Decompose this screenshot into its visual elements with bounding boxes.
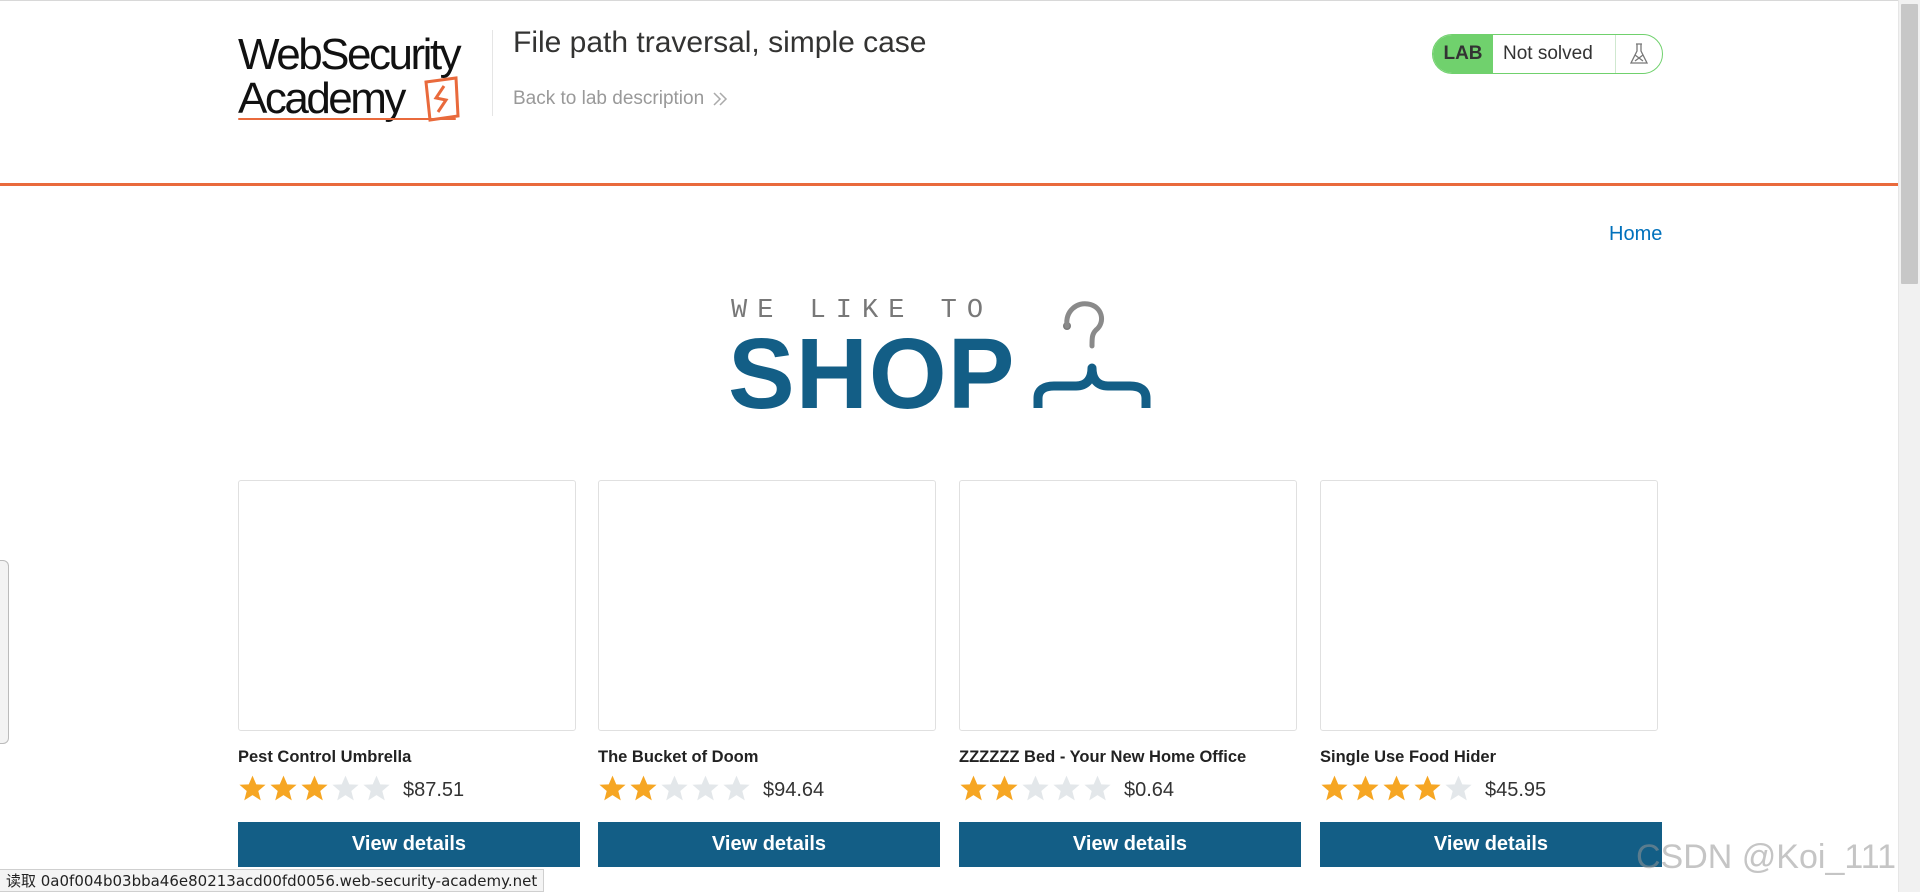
logo-underline [238, 118, 456, 120]
view-details-button[interactable]: View details [598, 822, 940, 867]
product-rating: $94.64 [598, 774, 824, 802]
product-card: Single Use Food Hider $45.95 View details [1320, 480, 1662, 892]
star-empty-icon [332, 775, 359, 801]
star-filled-icon [1383, 775, 1410, 801]
product-price: $0.64 [1124, 778, 1175, 801]
star-filled-icon [599, 775, 626, 801]
lab-header: WebSecurity Academy File path traversal,… [0, 4, 1898, 186]
vertical-scrollbar[interactable] [1898, 0, 1920, 892]
star-empty-icon [1084, 775, 1111, 801]
product-image[interactable] [598, 480, 936, 731]
star-filled-icon [960, 775, 987, 801]
product-image[interactable] [959, 480, 1297, 731]
star-filled-icon [270, 775, 297, 801]
side-panel-handle[interactable] [0, 560, 9, 744]
logo-line-2: Academy [238, 74, 406, 123]
product-name: Pest Control Umbrella [238, 748, 412, 766]
star-empty-icon [1022, 775, 1049, 801]
star-filled-icon [1321, 775, 1348, 801]
nav-home-link[interactable]: Home [1609, 223, 1662, 246]
product-name: Single Use Food Hider [1320, 748, 1497, 766]
view-details-button[interactable]: View details [959, 822, 1301, 867]
lab-badge: LAB [1433, 35, 1493, 73]
lab-status-widget: LAB Not solved [1432, 34, 1663, 74]
product-price: $87.51 [403, 778, 465, 801]
star-filled-icon [301, 775, 328, 801]
product-rating: $87.51 [238, 774, 464, 802]
star-empty-icon [692, 775, 719, 801]
scrollbar-thumb[interactable] [1901, 4, 1918, 284]
star-empty-icon [661, 775, 688, 801]
we-like-to-shop-banner: WE LIKE TO SHOP [728, 296, 1168, 424]
header-divider [492, 30, 493, 116]
product-price: $45.95 [1485, 778, 1547, 801]
product-rating: $45.95 [1320, 774, 1546, 802]
view-details-button[interactable]: View details [1320, 822, 1662, 867]
web-security-academy-logo[interactable]: WebSecurity Academy [238, 28, 488, 128]
flask-icon [1616, 35, 1662, 73]
product-name: The Bucket of Doom [598, 748, 759, 766]
star-empty-icon [363, 775, 390, 801]
star-empty-icon [723, 775, 750, 801]
back-link-label: Back to lab description [513, 88, 705, 109]
star-empty-icon [1053, 775, 1080, 801]
logo-line-1: WebSecurity [238, 30, 462, 79]
lightning-icon [424, 76, 460, 122]
view-details-button[interactable]: View details [238, 822, 580, 867]
product-card: ZZZZZZ Bed - Your New Home Office $0.64 Vi… [959, 480, 1301, 892]
product-price: $94.64 [763, 778, 825, 801]
product-card: The Bucket of Doom $94.64 View details [598, 480, 940, 892]
star-filled-icon [1414, 775, 1441, 801]
product-name: ZZZZZZ Bed - Your New Home Office [959, 748, 1247, 766]
product-card: Pest Control Umbrella $87.51 View details [238, 480, 580, 892]
banner-title: SHOP [728, 318, 1016, 430]
product-image[interactable] [238, 480, 576, 731]
double-chevron-right-icon [713, 92, 728, 106]
star-filled-icon [991, 775, 1018, 801]
coat-hanger-icon [1033, 301, 1151, 408]
lab-title: File path traversal, simple case [513, 26, 927, 59]
browser-status-bar: 读取 0a0f004b03bba46e80213acd00fd0056.web-… [0, 869, 545, 892]
star-filled-icon [1352, 775, 1379, 801]
watermark: CSDN @Koi_111 [1636, 838, 1897, 876]
star-filled-icon [630, 775, 657, 801]
lab-status-text: Not solved [1493, 35, 1616, 73]
back-to-lab-description-link[interactable]: Back to lab description [513, 88, 728, 110]
product-rating: $0.64 [959, 774, 1174, 802]
star-filled-icon [239, 775, 266, 801]
star-empty-icon [1445, 775, 1472, 801]
product-image[interactable] [1320, 480, 1658, 731]
